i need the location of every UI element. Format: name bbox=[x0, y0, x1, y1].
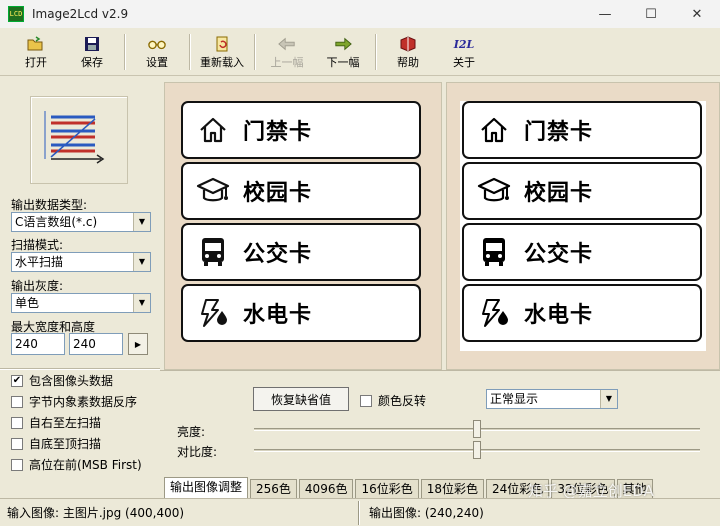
invert-color-option[interactable]: 颜色反转 bbox=[360, 392, 426, 409]
tab-output-adjust[interactable]: 输出图像调整 bbox=[164, 477, 249, 499]
next-image-button[interactable]: 下一幅 bbox=[315, 28, 371, 74]
card-access: 门禁卡 bbox=[462, 101, 702, 159]
option-right-to-left[interactable]: 自右至左扫描 bbox=[11, 414, 101, 431]
title-bar: LCD Image2Lcd v2.9 — ☐ ✕ bbox=[0, 0, 720, 28]
output-type-label: 输出数据类型: bbox=[11, 198, 88, 212]
about-button[interactable]: I2L 关于 bbox=[436, 28, 492, 74]
checkbox[interactable] bbox=[11, 395, 23, 408]
input-image-canvas: 门禁卡 校园卡 公交卡 水电卡 bbox=[164, 82, 442, 370]
tab-16bit-color[interactable]: 16位彩色 bbox=[355, 479, 419, 499]
bus-icon bbox=[183, 224, 243, 280]
close-button[interactable]: ✕ bbox=[674, 0, 720, 28]
help-book-icon bbox=[399, 36, 417, 52]
arrow-left-icon bbox=[278, 36, 296, 52]
tab-18bit-color[interactable]: 18位彩色 bbox=[420, 479, 485, 499]
app-logo-icon: LCD bbox=[8, 6, 24, 22]
toolbar-separator bbox=[375, 34, 376, 70]
output-image-canvas: 门禁卡 校园卡 公交卡 水电卡 bbox=[446, 82, 720, 370]
chevron-down-icon: ▼ bbox=[133, 294, 150, 312]
minimize-button[interactable]: — bbox=[582, 0, 628, 28]
play-triangle-icon: ▶ bbox=[134, 339, 142, 349]
chevron-down-icon: ▼ bbox=[133, 253, 150, 271]
output-image: 门禁卡 校园卡 公交卡 水电卡 bbox=[460, 101, 706, 351]
card-access: 门禁卡 bbox=[181, 101, 421, 159]
bus-icon bbox=[464, 224, 524, 280]
toolbar: 打开 保存 设置 重新载入 上一幅 下一幅 帮助 I2L 关于 bbox=[0, 28, 720, 76]
reload-button[interactable]: 重新载入 bbox=[194, 28, 250, 74]
water-electric-icon bbox=[464, 285, 524, 341]
reload-icon bbox=[213, 36, 231, 52]
contrast-label: 对比度: bbox=[177, 445, 218, 459]
restore-default-button[interactable]: 恢复缺省值 bbox=[253, 387, 349, 411]
card-bus: 公交卡 bbox=[462, 223, 702, 281]
image-adjust-panel: 恢复缺省值 颜色反转 正常显示 ▼ 亮度: 对比度: 输出图像调整 256色 4… bbox=[160, 370, 720, 499]
chevron-down-icon: ▼ bbox=[600, 390, 617, 408]
status-divider bbox=[358, 501, 360, 525]
option-reverse-pixel-bits[interactable]: 字节内象素数据反序 bbox=[11, 393, 137, 410]
checkbox[interactable]: ✔ bbox=[11, 374, 23, 387]
max-width-input[interactable]: 240 bbox=[11, 333, 65, 355]
output-image-status: 输出图像: (240,240) bbox=[369, 506, 484, 520]
settings-button[interactable]: 设置 bbox=[129, 28, 185, 74]
card-campus: 校园卡 bbox=[462, 162, 702, 220]
scan-mode-label: 扫描模式: bbox=[11, 238, 64, 252]
apply-size-button[interactable]: ▶ bbox=[128, 333, 148, 355]
checkbox[interactable] bbox=[11, 416, 23, 429]
open-folder-icon bbox=[27, 36, 45, 52]
card-bus: 公交卡 bbox=[181, 223, 421, 281]
display-mode-select[interactable]: 正常显示 ▼ bbox=[486, 389, 618, 409]
window-controls: — ☐ ✕ bbox=[582, 0, 720, 28]
input-image-status: 输入图像: 主图片.jpg (400,400) bbox=[7, 506, 185, 520]
toolbar-separator bbox=[189, 34, 190, 70]
help-button[interactable]: 帮助 bbox=[380, 28, 436, 74]
checkbox[interactable] bbox=[360, 394, 372, 407]
card-water-electric: 水电卡 bbox=[462, 284, 702, 342]
gray-level-select[interactable]: 单色 ▼ bbox=[11, 293, 151, 313]
panel-divider bbox=[0, 368, 160, 370]
tab-4096-color[interactable]: 4096色 bbox=[298, 479, 354, 499]
input-image: 门禁卡 校园卡 公交卡 水电卡 bbox=[179, 101, 425, 351]
gray-level-label: 输出灰度: bbox=[11, 279, 64, 293]
slider-thumb[interactable] bbox=[473, 420, 481, 438]
save-button[interactable]: 保存 bbox=[64, 28, 120, 74]
checkbox[interactable] bbox=[11, 437, 23, 450]
option-include-header[interactable]: ✔ 包含图像头数据 bbox=[11, 372, 113, 389]
prev-image-button[interactable]: 上一幅 bbox=[259, 28, 315, 74]
contrast-slider[interactable] bbox=[254, 441, 700, 459]
water-electric-icon bbox=[183, 285, 243, 341]
card-campus: 校园卡 bbox=[181, 162, 421, 220]
toolbar-separator bbox=[124, 34, 125, 70]
brightness-slider[interactable] bbox=[254, 420, 700, 438]
left-panel: 输出数据类型: C语言数组(*.c) ▼ 扫描模式: 水平扫描 ▼ 输出灰度: … bbox=[0, 78, 160, 498]
scan-mode-select[interactable]: 水平扫描 ▼ bbox=[11, 252, 151, 272]
slider-thumb[interactable] bbox=[473, 441, 481, 459]
home-icon bbox=[464, 102, 524, 158]
scan-mode-preview bbox=[30, 96, 128, 184]
max-height-input[interactable]: 240 bbox=[69, 333, 123, 355]
option-bottom-to-top[interactable]: 自底至顶扫描 bbox=[11, 435, 101, 452]
option-msb-first[interactable]: 高位在前(MSB First) bbox=[11, 456, 142, 473]
brightness-label: 亮度: bbox=[177, 425, 206, 439]
maximize-button[interactable]: ☐ bbox=[628, 0, 674, 28]
checkbox[interactable] bbox=[11, 458, 23, 471]
output-type-select[interactable]: C语言数组(*.c) ▼ bbox=[11, 212, 151, 232]
toolbar-separator bbox=[254, 34, 255, 70]
about-logo-icon: I2L bbox=[453, 37, 475, 51]
status-bar: 输入图像: 主图片.jpg (400,400) 输出图像: (240,240) bbox=[0, 498, 720, 526]
preview-area: 门禁卡 校园卡 公交卡 水电卡 门禁卡 校园卡 公交卡 水电卡 bbox=[160, 78, 720, 370]
window-title: Image2Lcd v2.9 bbox=[32, 7, 129, 21]
glasses-icon bbox=[148, 36, 166, 52]
graduation-cap-icon bbox=[183, 163, 243, 219]
open-button[interactable]: 打开 bbox=[8, 28, 64, 74]
arrow-right-icon bbox=[334, 36, 352, 52]
graduation-cap-icon bbox=[464, 163, 524, 219]
card-water-electric: 水电卡 bbox=[181, 284, 421, 342]
floppy-disk-icon bbox=[83, 36, 101, 52]
tab-256-color[interactable]: 256色 bbox=[250, 479, 297, 499]
scan-direction-icon bbox=[44, 111, 105, 164]
home-icon bbox=[183, 102, 243, 158]
chevron-down-icon: ▼ bbox=[133, 213, 150, 231]
